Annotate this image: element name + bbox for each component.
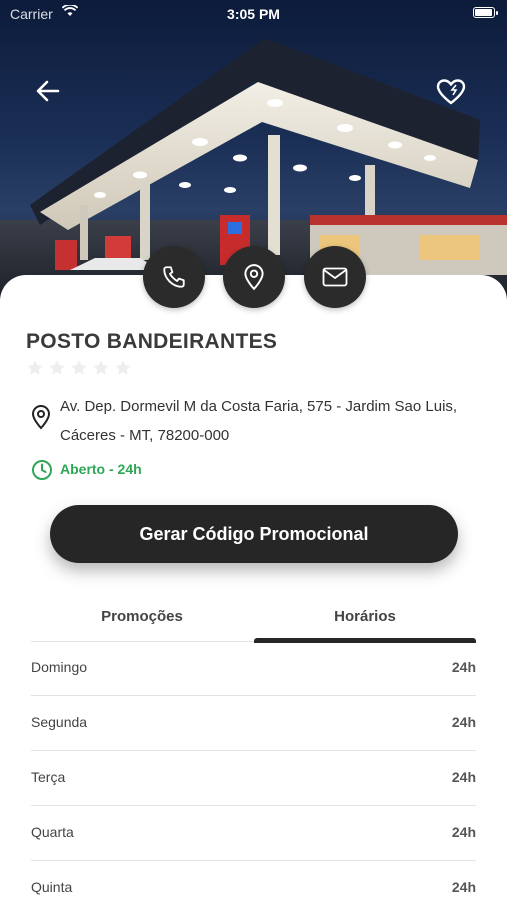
schedule-day: Domingo	[31, 659, 88, 675]
call-button[interactable]	[143, 246, 205, 308]
schedule-hours: 24h	[451, 659, 476, 675]
schedule-hours: 24h	[451, 824, 476, 840]
schedule-day: Quinta	[31, 879, 73, 895]
schedule-day: Quarta	[31, 824, 74, 840]
station-name: POSTO BANDEIRANTES	[26, 330, 278, 353]
status-time: 3:05 PM	[227, 6, 280, 22]
station-detail-screen: Carrier 3:05 PM POSTO BANDEIRANTES Av. D…	[0, 0, 507, 900]
location-pin-icon	[30, 404, 52, 435]
open-status: Aberto - 24h	[60, 461, 142, 477]
schedule-hours: 24h	[451, 879, 476, 895]
map-pin-icon	[244, 264, 264, 291]
star-icon	[93, 360, 109, 375]
opening-hours-list: Domingo 24h Segunda 24h Terça 24h Quarta…	[31, 641, 476, 900]
favorite-button[interactable]	[436, 78, 472, 114]
contact-actions	[0, 246, 507, 308]
directions-button[interactable]	[223, 246, 285, 308]
schedule-day: Segunda	[31, 714, 88, 730]
rating-stars	[26, 359, 132, 377]
schedule-row: Segunda 24h	[31, 696, 476, 751]
status-bar: Carrier 3:05 PM	[0, 0, 507, 28]
arrow-left-icon	[36, 80, 60, 102]
schedule-row: Domingo 24h	[31, 641, 476, 696]
star-icon	[49, 360, 65, 375]
battery-icon	[473, 7, 498, 18]
schedule-hours: 24h	[451, 714, 476, 730]
clock-icon	[31, 459, 53, 486]
star-icon	[71, 360, 87, 375]
star-icon	[115, 360, 131, 375]
schedule-row: Terça 24h	[31, 751, 476, 806]
generate-promo-code-button[interactable]: Gerar Código Promocional	[50, 505, 458, 563]
schedule-hours: 24h	[451, 769, 476, 785]
schedule-row: Quarta 24h	[31, 806, 476, 861]
schedule-row: Quinta 24h	[31, 861, 476, 900]
back-button[interactable]	[36, 80, 68, 112]
mail-icon	[322, 267, 348, 287]
tab-promocoes[interactable]: Promoções	[31, 600, 253, 642]
email-button[interactable]	[304, 246, 366, 308]
schedule-day: Terça	[31, 769, 66, 785]
heart-icon	[436, 79, 466, 105]
detail-tabs: Promoções Horários	[31, 600, 476, 643]
station-address: Av. Dep. Dormevil M da Costa Faria, 575 …	[60, 398, 458, 444]
phone-icon	[163, 266, 185, 288]
star-icon	[27, 360, 43, 375]
tab-horarios[interactable]: Horários	[254, 600, 476, 643]
